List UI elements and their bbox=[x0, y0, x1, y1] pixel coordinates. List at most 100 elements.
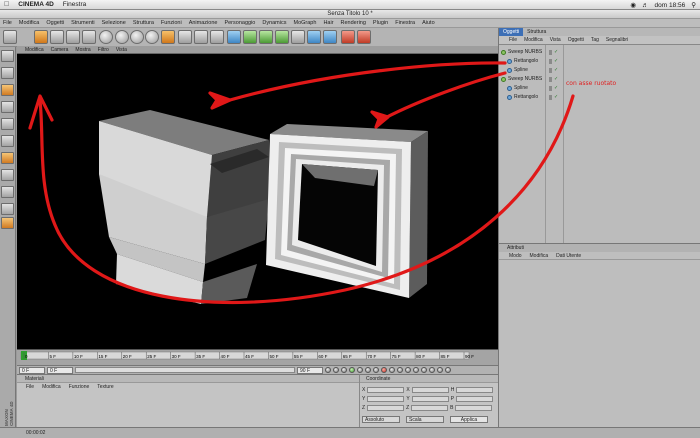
apple-icon[interactable]:  bbox=[4, 1, 9, 8]
coordinate-system-icon[interactable] bbox=[161, 30, 175, 44]
position-y-field[interactable] bbox=[367, 396, 405, 402]
enable-check-icon[interactable]: ✓ bbox=[554, 85, 558, 91]
enable-check-icon[interactable]: ✓ bbox=[554, 58, 558, 64]
viewport-menu-modifica[interactable]: Modifica bbox=[25, 47, 44, 53]
edges-mode-icon[interactable] bbox=[1, 135, 14, 147]
clock[interactable]: dom 18:56 bbox=[655, 2, 686, 9]
visibility-toggle-icon[interactable] bbox=[549, 58, 552, 64]
object-row[interactable]: Spline bbox=[507, 84, 528, 92]
coord-size-select[interactable]: Scala bbox=[406, 415, 444, 423]
point-level-icon[interactable] bbox=[437, 367, 443, 373]
menu-file[interactable]: File bbox=[3, 20, 12, 26]
tab-struttura[interactable]: Struttura bbox=[523, 28, 550, 36]
materials-menu-funzione[interactable]: Funzione bbox=[69, 383, 90, 391]
attributes-menu-modifica[interactable]: Modifica bbox=[530, 252, 549, 259]
menu-plugin[interactable]: Plugin bbox=[373, 20, 388, 26]
volume-icon[interactable]: ♬ bbox=[642, 2, 649, 9]
autokey-icon[interactable] bbox=[389, 367, 395, 373]
parameter-key-icon[interactable] bbox=[429, 367, 435, 373]
timeline-menu-icon[interactable] bbox=[445, 367, 451, 373]
camera-icon[interactable] bbox=[341, 30, 355, 44]
app-menu-name[interactable]: CINEMA 4D bbox=[18, 1, 54, 8]
visibility-toggle-icon[interactable] bbox=[549, 85, 552, 91]
attributes-menu-dati-utente[interactable]: Dati Utente bbox=[556, 252, 581, 259]
snap-icon[interactable] bbox=[1, 203, 14, 215]
menu-hair[interactable]: Hair bbox=[323, 20, 333, 26]
materials-menu-file[interactable]: File bbox=[26, 383, 34, 391]
size-z-field[interactable] bbox=[411, 405, 449, 411]
menu-aiuto[interactable]: Aiuto bbox=[422, 20, 435, 26]
scale-icon[interactable] bbox=[66, 30, 80, 44]
axis-mode-icon[interactable] bbox=[1, 169, 14, 181]
model-mode-icon[interactable] bbox=[1, 67, 14, 79]
position-x-field[interactable] bbox=[367, 387, 405, 393]
array-icon[interactable] bbox=[275, 30, 289, 44]
goto-end-icon[interactable] bbox=[373, 367, 379, 373]
object-menu-tag[interactable]: Tag bbox=[591, 37, 599, 43]
texture-mode-icon[interactable] bbox=[1, 101, 14, 113]
coord-mode-select[interactable]: Assoluto bbox=[362, 415, 400, 423]
enable-check-icon[interactable]: ✓ bbox=[554, 67, 558, 73]
spotlight-icon[interactable]: ⚲ bbox=[691, 1, 696, 9]
materials-menu-texture[interactable]: Texture bbox=[97, 383, 113, 391]
3d-viewport[interactable] bbox=[17, 54, 498, 349]
prev-key-icon[interactable] bbox=[333, 367, 339, 373]
menu-mograph[interactable]: MoGraph bbox=[294, 20, 317, 26]
prev-frame-icon[interactable] bbox=[341, 367, 347, 373]
polygons-mode-icon[interactable] bbox=[1, 152, 14, 164]
materials-menu-modifica[interactable]: Modifica bbox=[42, 383, 61, 391]
x-axis-icon[interactable] bbox=[115, 30, 129, 44]
wifi-icon[interactable]: ◉ bbox=[630, 1, 636, 9]
viewport-menu-camera[interactable]: Camera bbox=[51, 47, 69, 53]
z-axis-icon[interactable] bbox=[145, 30, 159, 44]
menu-animazione[interactable]: Animazione bbox=[189, 20, 218, 26]
rotate-icon[interactable] bbox=[82, 30, 96, 44]
rotation-p-field[interactable] bbox=[456, 396, 494, 402]
timeline-ruler[interactable]: 05 F 10 F 15 F 20 F 25 F 30 F 35 F 40 F 45 F 50 F… bbox=[17, 350, 498, 366]
object-menu-modifica[interactable]: Modifica bbox=[524, 37, 543, 43]
play-icon[interactable] bbox=[349, 367, 355, 373]
menu-dynamics[interactable]: Dynamics bbox=[262, 20, 286, 26]
viewport-menu-mostra[interactable]: Mostra bbox=[75, 47, 90, 53]
visibility-toggle-icon[interactable] bbox=[549, 94, 552, 100]
next-frame-icon[interactable] bbox=[357, 367, 363, 373]
scale-key-icon[interactable] bbox=[413, 367, 419, 373]
live-selection-icon[interactable] bbox=[34, 30, 48, 44]
object-menu-segnalibri[interactable]: Segnalibri bbox=[606, 37, 628, 43]
menu-selezione[interactable]: Selezione bbox=[102, 20, 126, 26]
range-slider[interactable] bbox=[75, 367, 295, 373]
viewport-menu-filtro[interactable]: Filtro bbox=[98, 47, 109, 53]
object-menu-oggetti[interactable]: Oggetti bbox=[568, 37, 584, 43]
render-picture-viewer-icon[interactable] bbox=[194, 30, 208, 44]
tweak-mode-icon[interactable] bbox=[1, 186, 14, 198]
object-menu-vista[interactable]: Vista bbox=[550, 37, 561, 43]
nurbs-icon[interactable] bbox=[259, 30, 273, 44]
attributes-menu-modo[interactable]: Modo bbox=[509, 252, 522, 259]
move-icon[interactable] bbox=[50, 30, 64, 44]
visibility-toggle-icon[interactable] bbox=[549, 49, 552, 55]
extruded-shape[interactable] bbox=[99, 110, 269, 304]
tab-oggetti[interactable]: Oggetti bbox=[499, 28, 524, 36]
goto-start-icon[interactable] bbox=[325, 367, 331, 373]
environment-icon[interactable] bbox=[323, 30, 337, 44]
object-mode-icon[interactable] bbox=[1, 84, 14, 96]
menu-oggetti[interactable]: Oggetti bbox=[46, 20, 64, 26]
object-row[interactable]: Rettangolo bbox=[507, 57, 538, 65]
current-frame-field[interactable]: 0 F bbox=[19, 366, 45, 374]
spline-pen-icon[interactable] bbox=[243, 30, 257, 44]
object-menu-file[interactable]: File bbox=[509, 37, 517, 43]
next-key-icon[interactable] bbox=[365, 367, 371, 373]
apply-button[interactable]: Applica bbox=[450, 415, 488, 423]
render-settings-icon[interactable] bbox=[210, 30, 224, 44]
size-x-field[interactable] bbox=[411, 387, 449, 393]
menu-finestra[interactable]: Finestra bbox=[395, 20, 415, 26]
visibility-toggle-icon[interactable] bbox=[549, 76, 552, 82]
make-editable-icon[interactable] bbox=[1, 50, 14, 62]
menu-modifica[interactable]: Modifica bbox=[19, 20, 39, 26]
object-row[interactable]: Rettangolo bbox=[507, 93, 538, 101]
menu-rendering[interactable]: Rendering bbox=[341, 20, 366, 26]
position-z-field[interactable] bbox=[367, 405, 405, 411]
object-row[interactable]: Spline bbox=[507, 66, 528, 74]
menu-funzioni[interactable]: Funzioni bbox=[161, 20, 182, 26]
enable-check-icon[interactable]: ✓ bbox=[554, 76, 558, 82]
